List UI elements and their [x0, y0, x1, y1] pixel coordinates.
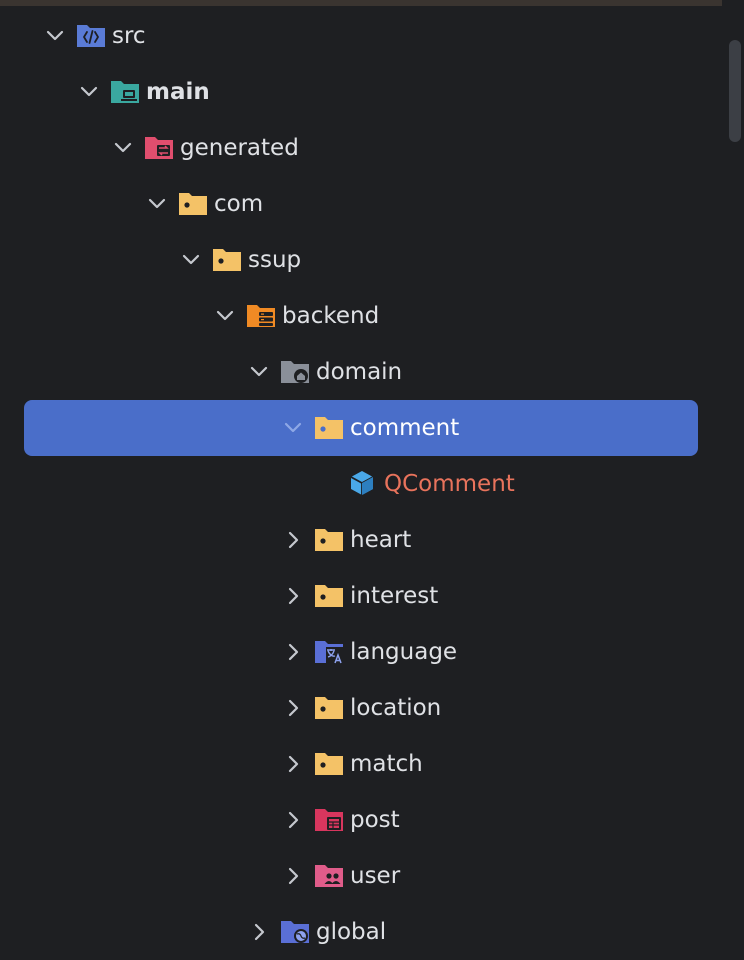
chevron-down-icon[interactable]	[46, 27, 64, 45]
tree-item-com[interactable]: com	[0, 176, 722, 232]
tree-item-label: generated	[180, 135, 299, 161]
chevron-right-icon[interactable]	[250, 923, 268, 941]
chevron-down-icon[interactable]	[114, 139, 132, 157]
package-folder-icon	[315, 697, 343, 719]
tree-item-label: interest	[350, 583, 439, 609]
tree-item-label: heart	[350, 527, 412, 553]
tree-item-comment[interactable]: comment	[0, 400, 722, 456]
tree-item-heart[interactable]: heart	[0, 512, 722, 568]
tree-item-label: main	[146, 79, 210, 105]
chevron-down-icon[interactable]	[250, 363, 268, 381]
global-folder-icon	[281, 921, 309, 943]
chevron-right-icon[interactable]	[284, 755, 302, 773]
tree-item-label: post	[350, 807, 400, 833]
tree-item-ssup[interactable]: ssup	[0, 232, 722, 288]
package-folder-icon	[213, 249, 241, 271]
tree-item-domain[interactable]: domain	[0, 344, 722, 400]
chevron-right-icon[interactable]	[284, 699, 302, 717]
chevron-down-icon[interactable]	[80, 83, 98, 101]
tree-item-label: comment	[350, 415, 460, 441]
chevron-down-icon[interactable]	[148, 195, 166, 213]
package-folder-icon	[315, 753, 343, 775]
tree-item-generated[interactable]: generated	[0, 120, 722, 176]
package-folder-icon	[315, 417, 343, 439]
chevron-right-icon[interactable]	[284, 531, 302, 549]
vertical-scrollbar-track[interactable]	[722, 8, 744, 944]
tree-item-location[interactable]: location	[0, 680, 722, 736]
chevron-down-icon[interactable]	[182, 251, 200, 269]
tree-item-label: src	[112, 23, 146, 49]
chevron-down-icon[interactable]	[216, 307, 234, 325]
class-cube-icon	[350, 471, 374, 495]
chevron-right-icon[interactable]	[284, 811, 302, 829]
chevron-right-icon[interactable]	[284, 587, 302, 605]
tree-item-label: domain	[316, 359, 403, 385]
tree-item-user[interactable]: user	[0, 848, 722, 904]
tree-item-post[interactable]: post	[0, 792, 722, 848]
vertical-scrollbar-thumb[interactable]	[729, 40, 741, 142]
package-folder-icon	[179, 193, 207, 215]
chevron-down-icon[interactable]	[284, 419, 302, 437]
user-folder-icon	[315, 865, 343, 887]
source-folder-icon	[77, 25, 105, 47]
tree-item-label: user	[350, 863, 401, 889]
tree-item-label: QComment	[384, 471, 515, 497]
main-module-folder-icon	[111, 81, 139, 103]
tree-item-main[interactable]: main	[0, 64, 722, 120]
project-tree[interactable]: src main generated com ssup backend doma…	[0, 8, 722, 945]
tree-item-match[interactable]: match	[0, 736, 722, 792]
tree-item-label: language	[350, 639, 458, 665]
tree-item-label: global	[316, 919, 387, 945]
tree-item-label: com	[214, 191, 264, 217]
tree-item-language[interactable]: language	[0, 624, 722, 680]
backend-folder-icon	[247, 305, 275, 327]
package-folder-icon	[315, 585, 343, 607]
post-folder-icon	[315, 809, 343, 831]
domain-folder-icon	[281, 361, 309, 383]
language-folder-icon	[315, 641, 343, 664]
chevron-right-icon[interactable]	[284, 643, 302, 661]
tree-item-qcomment[interactable]: QComment	[0, 456, 722, 512]
generated-sources-folder-icon	[145, 137, 173, 159]
tree-item-global[interactable]: global	[0, 904, 722, 960]
panel-top-border	[0, 0, 722, 6]
tree-item-label: ssup	[248, 247, 302, 273]
tree-item-label: match	[350, 751, 423, 777]
tree-item-interest[interactable]: interest	[0, 568, 722, 624]
package-folder-icon	[315, 529, 343, 551]
tree-item-label: backend	[282, 303, 380, 329]
tree-item-src[interactable]: src	[0, 8, 722, 64]
tree-item-backend[interactable]: backend	[0, 288, 722, 344]
tree-item-label: location	[350, 695, 442, 721]
chevron-right-icon[interactable]	[284, 867, 302, 885]
